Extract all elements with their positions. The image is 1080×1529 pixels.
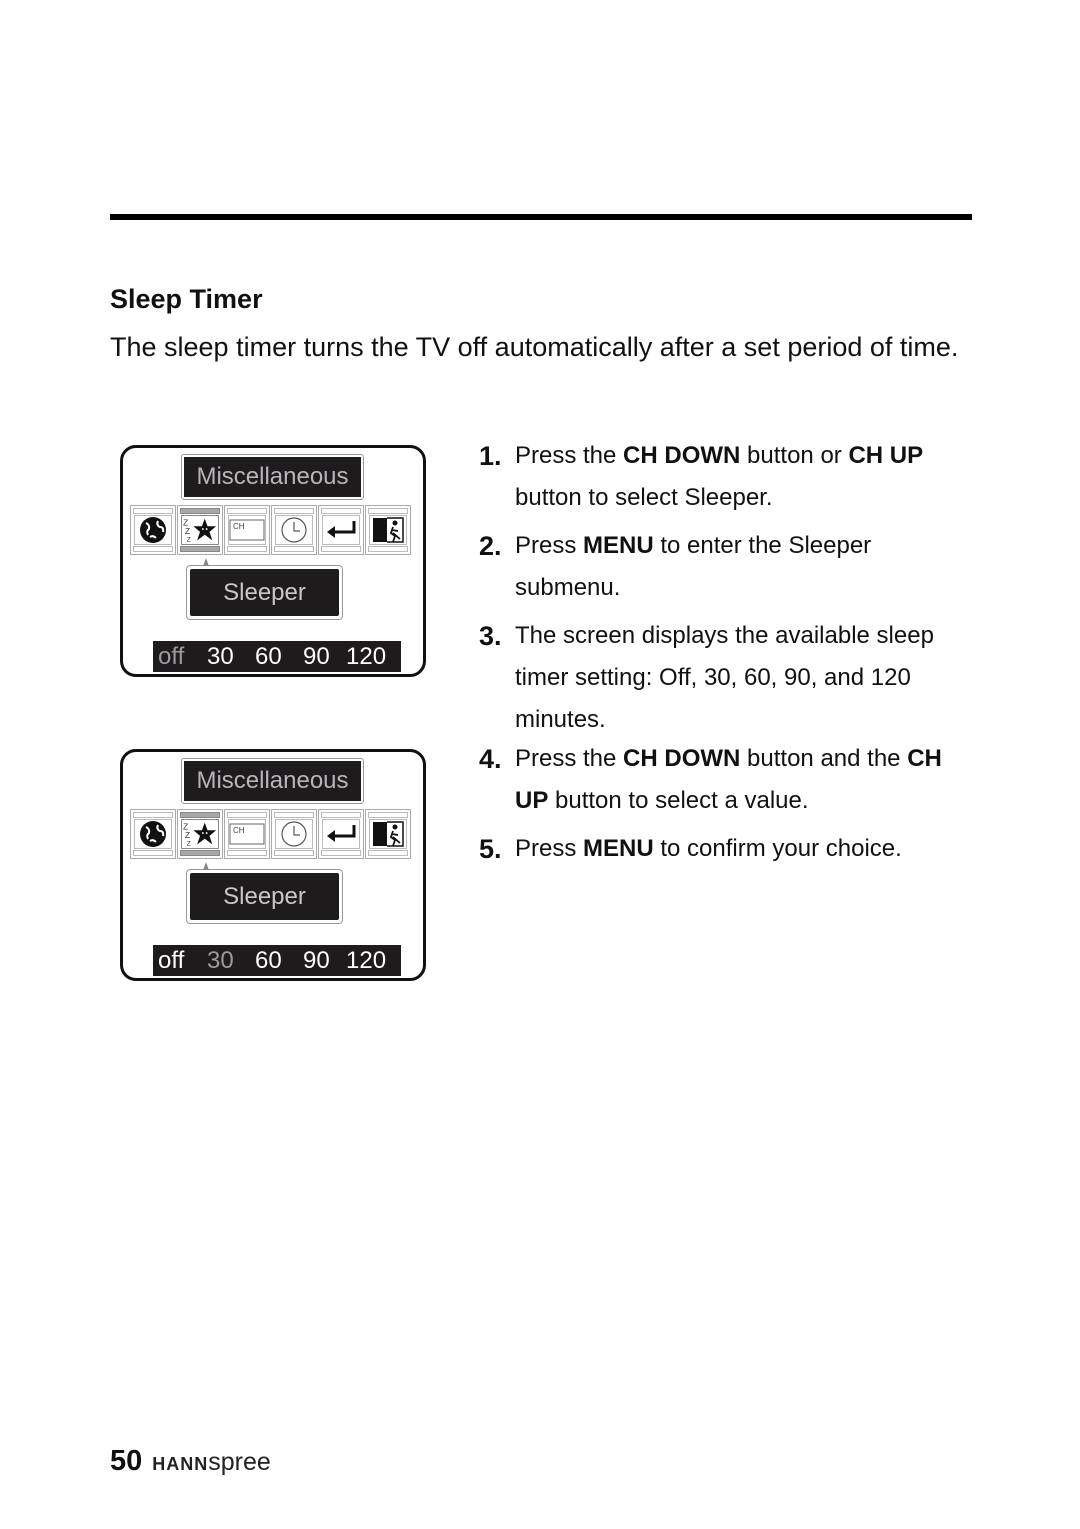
svg-text:Z: Z — [187, 840, 191, 847]
step-text-part: Press — [515, 532, 584, 559]
step-text-part: Press the — [515, 745, 624, 772]
timer-value-120: 120 — [346, 642, 387, 670]
channel-icon-text: CH — [233, 522, 245, 531]
globe-icon — [134, 819, 172, 849]
step-text-part: Press — [515, 835, 584, 862]
menu-icon-language — [130, 809, 176, 859]
clock-icon — [275, 819, 313, 849]
menu-icon-exit — [365, 809, 411, 859]
step-5: 5. Press MENU to confirm your choice. — [479, 828, 979, 870]
step-text-part: The screen displays the available sleep … — [515, 622, 934, 733]
osd-screen-2: Miscellaneous ZZZ CH Sleeper off 30 60 9… — [120, 749, 426, 981]
svg-text:Z: Z — [185, 526, 190, 536]
menu-icon-exit — [365, 505, 411, 555]
menu-icon-return — [318, 809, 364, 859]
button-name: MENU — [583, 532, 654, 559]
exit-icon — [369, 515, 407, 545]
button-name: CH DOWN — [623, 442, 741, 469]
menu-icon-channel: CH — [224, 809, 270, 859]
channel-icon: CH — [228, 515, 266, 545]
step-text: Press MENU to confirm your choice. — [479, 828, 979, 870]
menu-icon-row: ZZZ CH — [130, 505, 411, 555]
button-name: CH UP — [848, 442, 924, 469]
timer-values-bar: off 30 60 90 120 — [153, 641, 401, 672]
submenu-label: Sleeper — [190, 569, 339, 616]
submenu-box: Sleeper — [186, 862, 343, 924]
globe-icon — [134, 515, 172, 545]
step-number: 5. — [479, 834, 502, 864]
exit-icon — [369, 819, 407, 849]
brand-bold: HANN — [152, 1454, 209, 1474]
step-text: Press MENU to enter the Sleeper submenu. — [479, 525, 979, 609]
step-number: 3. — [479, 621, 502, 651]
page-number: 50 — [110, 1445, 143, 1477]
step-number: 1. — [479, 441, 502, 471]
channel-icon-text: CH — [233, 826, 245, 835]
menu-title: Miscellaneous — [184, 761, 361, 801]
step-4: 4. Press the CH DOWN button and the CH U… — [479, 738, 979, 822]
submenu-box: Sleeper — [186, 558, 343, 620]
channel-icon: CH — [228, 819, 266, 849]
sleep-star-icon: ZZZ — [181, 515, 219, 545]
step-3: 3. The screen displays the available sle… — [479, 615, 979, 741]
menu-title: Miscellaneous — [184, 457, 361, 497]
step-text: Press the CH DOWN button or CH UP button… — [479, 435, 979, 519]
step-text: The screen displays the available sleep … — [479, 615, 979, 741]
menu-icon-return — [318, 505, 364, 555]
timer-value-60: 60 — [255, 946, 282, 974]
brand-light: spree — [208, 1448, 271, 1476]
step-text-part: Press the — [515, 442, 624, 469]
header-rule — [110, 214, 972, 220]
intro-paragraph: The sleep timer turns the TV off automat… — [110, 332, 959, 362]
page-footer: 50 HANNspree — [110, 1445, 271, 1478]
menu-icon-clock — [271, 809, 317, 859]
timer-value-90: 90 — [303, 946, 330, 974]
timer-value-30: 30 — [207, 946, 234, 974]
timer-value-60: 60 — [255, 642, 282, 670]
submenu-pointer — [203, 862, 209, 870]
menu-icon-clock — [271, 505, 317, 555]
submenu-label: Sleeper — [190, 873, 339, 920]
step-text-part: button to select a value. — [548, 787, 809, 814]
step-text-part: to confirm your choice. — [653, 835, 902, 862]
step-text: Press the CH DOWN button and the CH UP b… — [479, 738, 979, 822]
menu-icon-sleeper: ZZZ — [177, 505, 223, 555]
sleep-star-icon: ZZZ — [181, 819, 219, 849]
step-text-part: button or — [740, 442, 849, 469]
timer-values-bar: off 30 60 90 120 — [153, 945, 401, 976]
svg-text:Z: Z — [187, 536, 191, 543]
step-text-part: button to select Sleeper. — [515, 484, 773, 511]
return-icon — [322, 515, 360, 545]
step-text-part: button and the — [740, 745, 908, 772]
button-name: MENU — [583, 835, 654, 862]
return-icon — [322, 819, 360, 849]
svg-text:Z: Z — [185, 830, 190, 840]
menu-icon-row: ZZZ CH — [130, 809, 411, 859]
section-title: Sleep Timer — [110, 284, 263, 314]
timer-value-30: 30 — [207, 642, 234, 670]
timer-value-off: off — [158, 946, 185, 974]
step-1: 1. Press the CH DOWN button or CH UP but… — [479, 435, 979, 519]
menu-icon-channel: CH — [224, 505, 270, 555]
timer-value-off: off — [158, 642, 185, 670]
submenu-pointer — [203, 558, 209, 566]
timer-value-120: 120 — [346, 946, 387, 974]
step-2: 2. Press MENU to enter the Sleeper subme… — [479, 525, 979, 609]
brand-logo: HANNspree — [152, 1448, 271, 1477]
menu-icon-language — [130, 505, 176, 555]
button-name: CH DOWN — [623, 745, 741, 772]
clock-icon — [275, 515, 313, 545]
menu-icon-sleeper: ZZZ — [177, 809, 223, 859]
menu-title-box: Miscellaneous — [181, 758, 364, 804]
osd-screen-1: Miscellaneous ZZZ CH Sleeper off 30 60 9… — [120, 445, 426, 677]
menu-title-box: Miscellaneous — [181, 454, 364, 500]
timer-value-90: 90 — [303, 642, 330, 670]
step-number: 4. — [479, 744, 502, 774]
step-number: 2. — [479, 531, 502, 561]
